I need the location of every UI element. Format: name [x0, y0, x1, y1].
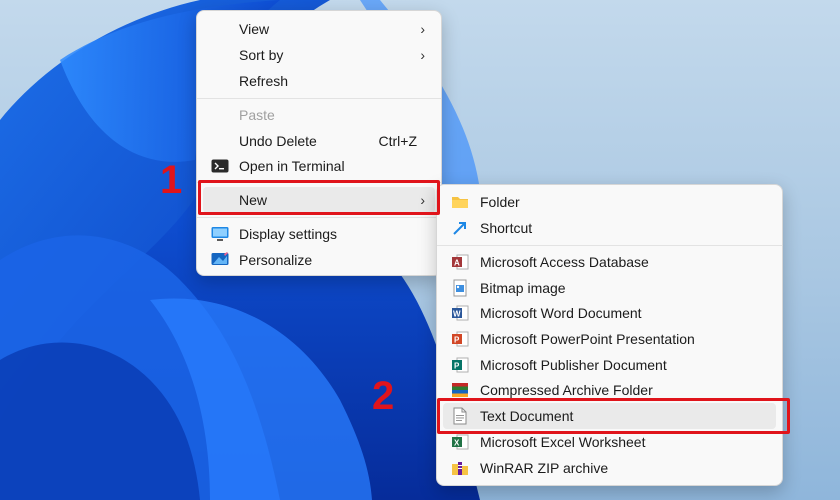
svg-text:W: W	[453, 310, 461, 319]
svg-text:P: P	[454, 362, 460, 371]
menu-item-label: Shortcut	[480, 220, 533, 236]
menu-item-label: Microsoft Word Document	[480, 305, 642, 321]
powerpoint-icon: P	[451, 330, 469, 348]
menu-item-label: Microsoft Access Database	[480, 254, 649, 270]
chevron-right-icon: ›	[420, 21, 425, 37]
shortcut-label: Ctrl+Z	[378, 133, 418, 149]
submenu-item-shortcut[interactable]: Shortcut	[443, 215, 776, 241]
display-icon	[211, 226, 229, 242]
personalize-icon	[211, 252, 229, 268]
menu-item-label: Display settings	[239, 226, 338, 242]
menu-item-display-settings[interactable]: Display settings	[203, 221, 435, 247]
submenu-item-access-database[interactable]: A Microsoft Access Database	[443, 249, 776, 275]
highlight-new-item	[198, 180, 440, 215]
new-submenu: Folder Shortcut A Microsoft Access Datab…	[436, 184, 783, 486]
menu-item-label: WinRAR ZIP archive	[480, 460, 609, 476]
desktop-context-menu: View › Sort by › Refresh Paste Undo Dele…	[196, 10, 442, 276]
menu-item-label: Folder	[480, 194, 520, 210]
svg-text:P: P	[454, 336, 460, 345]
submenu-item-winrar-zip[interactable]: WinRAR ZIP archive	[443, 455, 776, 481]
folder-icon	[451, 193, 469, 211]
menu-item-view[interactable]: View ›	[203, 16, 435, 42]
menu-item-undo-delete[interactable]: Undo Delete Ctrl+Z	[203, 128, 435, 154]
archive-icon	[451, 381, 469, 399]
menu-item-open-in-terminal[interactable]: Open in Terminal	[203, 153, 435, 179]
publisher-icon: P	[451, 356, 469, 374]
submenu-item-folder[interactable]: Folder	[443, 189, 776, 215]
step-2-label: 2	[372, 374, 395, 418]
submenu-item-bitmap-image[interactable]: Bitmap image	[443, 275, 776, 301]
menu-separator	[197, 217, 441, 218]
chevron-right-icon: ›	[420, 47, 425, 63]
menu-item-label: Undo Delete	[239, 133, 317, 149]
access-icon: A	[451, 253, 469, 271]
word-icon: W	[451, 304, 469, 322]
bitmap-icon	[451, 279, 469, 297]
menu-item-label: Microsoft Publisher Document	[480, 357, 667, 373]
menu-item-label: Open in Terminal	[239, 158, 345, 174]
menu-item-label: Microsoft PowerPoint Presentation	[480, 331, 695, 347]
shortcut-icon	[451, 219, 469, 237]
menu-item-sort-by[interactable]: Sort by ›	[203, 42, 435, 68]
menu-item-label: Refresh	[239, 73, 289, 89]
submenu-item-publisher[interactable]: P Microsoft Publisher Document	[443, 352, 776, 378]
menu-item-personalize[interactable]: Personalize	[203, 247, 435, 273]
excel-icon: X	[451, 433, 469, 451]
menu-item-label: Bitmap image	[480, 280, 566, 296]
terminal-icon	[211, 158, 229, 174]
menu-item-label: Microsoft Excel Worksheet	[480, 434, 646, 450]
menu-item-label: Personalize	[239, 252, 313, 268]
svg-text:X: X	[454, 439, 460, 448]
menu-item-refresh[interactable]: Refresh	[203, 68, 435, 94]
submenu-item-word-document[interactable]: W Microsoft Word Document	[443, 300, 776, 326]
submenu-item-powerpoint[interactable]: P Microsoft PowerPoint Presentation	[443, 326, 776, 352]
step-1-label: 1	[160, 158, 183, 202]
menu-item-label: Paste	[239, 107, 275, 123]
menu-item-label: Sort by	[239, 47, 284, 63]
menu-item-label: View	[239, 21, 270, 37]
menu-separator	[197, 98, 441, 99]
menu-item-label: Compressed Archive Folder	[480, 382, 653, 398]
svg-text:A: A	[454, 259, 460, 268]
winrar-icon	[451, 459, 469, 477]
highlight-text-document-item	[437, 398, 790, 434]
menu-item-paste: Paste	[203, 102, 435, 128]
menu-separator	[437, 245, 782, 246]
